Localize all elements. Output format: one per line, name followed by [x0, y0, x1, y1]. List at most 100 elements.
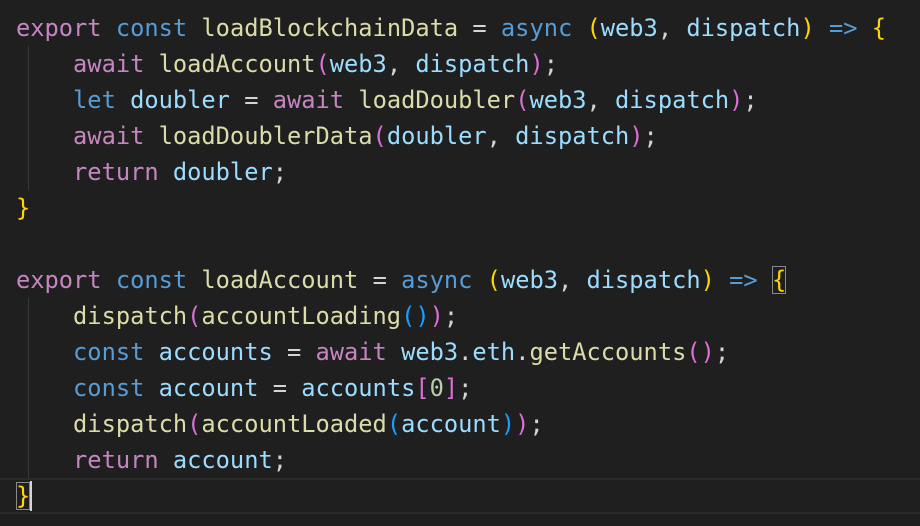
code-token: loadAccount	[201, 266, 359, 294]
code-token: await	[73, 50, 145, 78]
code-line: dispatch(accountLoading());	[16, 298, 458, 334]
code-token: (	[187, 410, 202, 438]
code-token: return	[73, 158, 159, 186]
code-token: .	[458, 338, 473, 366]
code-editor[interactable]: export const loadBlockchainData = async …	[0, 0, 920, 526]
code-line: await loadAccount(web3, dispatch);	[16, 46, 558, 82]
code-line: }	[16, 478, 31, 514]
code-token: const	[73, 338, 145, 366]
code-line: return account;	[16, 442, 287, 478]
code-token: return	[73, 446, 159, 474]
code-token: loadBlockchainData	[201, 14, 459, 42]
current-line-highlight	[0, 478, 920, 514]
code-token: dispatch	[686, 14, 801, 42]
code-token: async	[401, 266, 473, 294]
code-line: export const loadBlockchainData = async …	[16, 10, 886, 46]
code-token: ,	[386, 50, 416, 78]
code-token: )	[415, 302, 430, 330]
code-token: doubler	[130, 86, 230, 114]
code-token: (	[686, 338, 701, 366]
code-line: }	[16, 190, 30, 226]
code-token: dispatch	[615, 86, 730, 114]
code-token: ;	[458, 374, 473, 402]
code-token: ;	[743, 86, 758, 114]
code-token: ;	[272, 158, 287, 186]
code-token: ;	[529, 410, 544, 438]
code-token: =>	[729, 266, 758, 294]
code-line: let doubler = await loadDoubler(web3, di…	[16, 82, 758, 118]
code-token: async	[500, 14, 573, 42]
code-token: ,	[486, 122, 516, 150]
code-token: let	[73, 86, 116, 114]
code-token: dispatch	[415, 50, 530, 78]
code-line: await loadDoublerData(doubler, dispatch)…	[16, 118, 658, 154]
code-token: }	[16, 482, 31, 510]
code-token: }	[16, 194, 31, 222]
code-token: account	[158, 374, 259, 402]
code-token: =	[244, 86, 259, 114]
code-token: =	[472, 14, 487, 42]
code-token: )	[629, 122, 644, 150]
code-token: ;	[714, 338, 730, 366]
code-token: ,	[657, 14, 687, 42]
code-token: dispatch	[73, 302, 188, 330]
code-token: ]	[443, 374, 459, 402]
code-token: (	[586, 14, 601, 42]
code-token: {	[771, 266, 787, 294]
code-token: =	[286, 338, 302, 366]
code-token: =>	[828, 14, 858, 42]
code-token: )	[429, 302, 444, 330]
code-token: loadDoublerData	[158, 122, 373, 150]
code-token: export	[16, 266, 102, 294]
code-token: web3	[401, 338, 459, 366]
code-token: dispatch	[586, 266, 701, 294]
code-token: doubler	[172, 158, 273, 186]
code-token: )	[729, 86, 744, 114]
code-token: (	[187, 302, 202, 330]
code-token: const	[115, 14, 188, 42]
code-token: )	[529, 50, 544, 78]
code-token: )	[800, 14, 815, 42]
code-token: web3	[500, 266, 558, 294]
code-token: accountLoaded	[201, 410, 387, 438]
code-token: ;	[543, 50, 558, 78]
code-token: {	[871, 14, 887, 42]
code-token: ;	[272, 446, 287, 474]
code-token: )	[700, 338, 715, 366]
code-line: return doubler;	[16, 154, 287, 190]
code-token: ;	[443, 302, 459, 330]
code-token: dispatch	[73, 410, 188, 438]
code-token: await	[272, 86, 345, 114]
code-token: await	[73, 122, 145, 150]
code-token: (	[401, 302, 416, 330]
code-token: ,	[586, 86, 616, 114]
code-token: [	[415, 374, 430, 402]
code-token: const	[115, 266, 188, 294]
code-token: web3	[329, 50, 387, 78]
code-token: (	[515, 86, 530, 114]
code-token: (	[386, 410, 402, 438]
code-token: =	[372, 266, 387, 294]
